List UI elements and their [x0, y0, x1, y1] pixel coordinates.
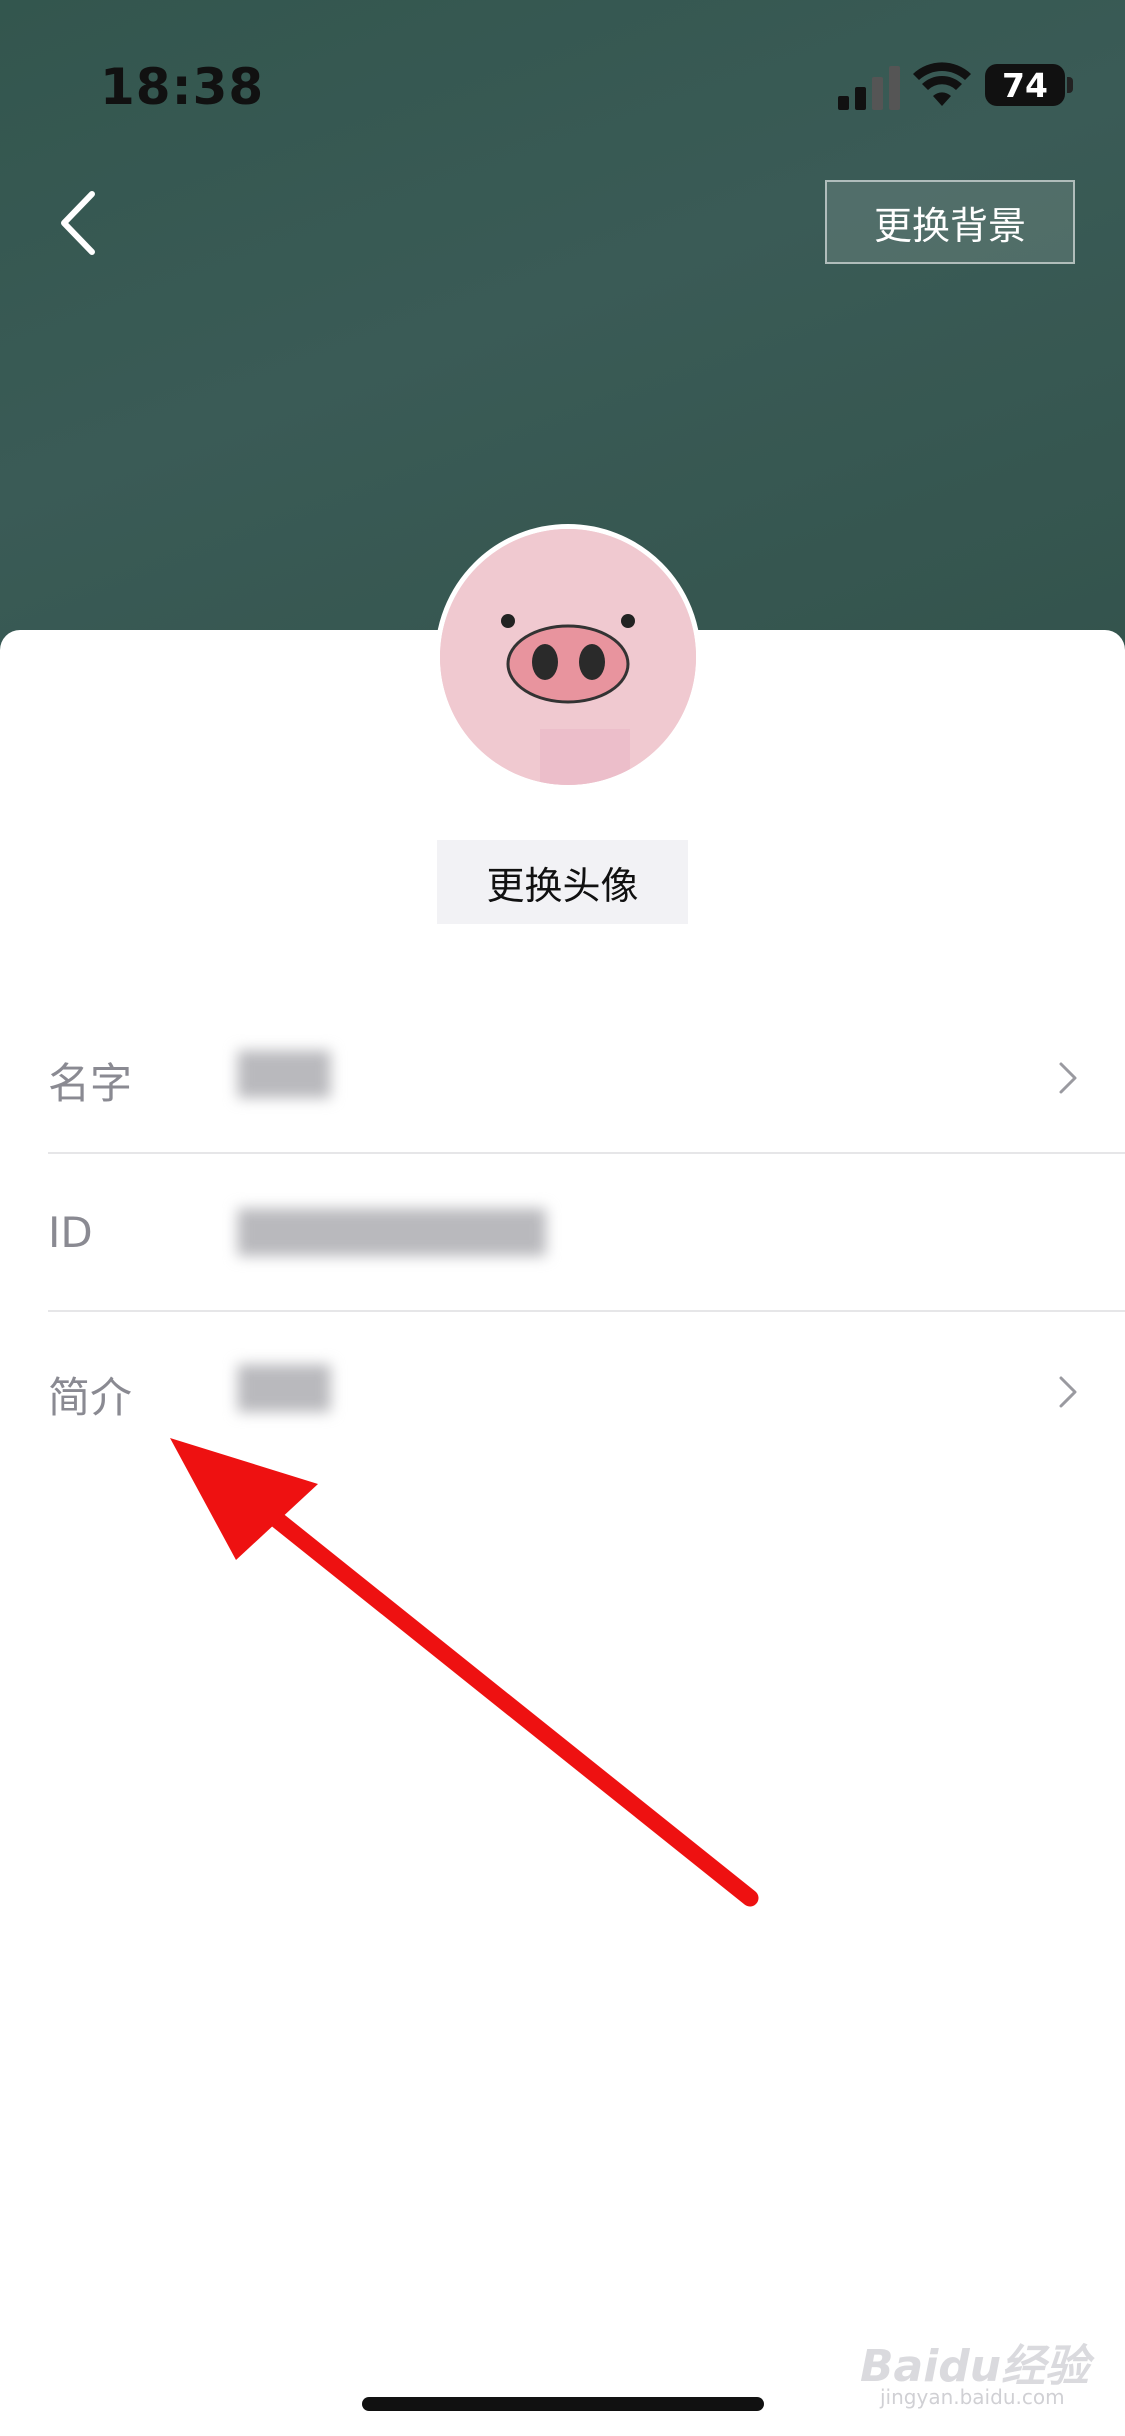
bio-label: 简介 — [48, 1373, 133, 1422]
red-arrow-annotation — [162, 1430, 764, 1912]
status-time: 18:38 — [100, 58, 265, 116]
chevron-right-icon — [1059, 1376, 1077, 1408]
name-value: ███ — [238, 1052, 331, 1098]
cellular-signal-icon — [838, 66, 900, 110]
divider — [48, 1152, 1125, 1154]
back-chevron-icon[interactable] — [52, 188, 112, 258]
pig-avatar-image — [440, 529, 696, 785]
id-label: ID — [48, 1208, 93, 1257]
divider — [48, 1310, 1125, 1312]
chevron-right-icon — [1059, 1062, 1077, 1094]
battery-level: 74 — [1002, 65, 1048, 105]
bio-value: ███ — [238, 1366, 331, 1412]
home-indicator[interactable] — [362, 2397, 764, 2411]
name-label: 名字 — [48, 1059, 133, 1108]
name-row[interactable]: 名字 ███ — [0, 1000, 1125, 1157]
change-background-button[interactable]: 更换背景 — [825, 180, 1075, 264]
change-avatar-button[interactable]: 更换头像 — [437, 840, 688, 924]
battery-icon: 74 — [985, 64, 1065, 106]
wifi-icon — [913, 62, 971, 106]
battery-tip — [1067, 77, 1073, 93]
id-row[interactable]: ID ██████████ — [0, 1156, 1125, 1313]
watermark-url: jingyan.baidu.com — [880, 2385, 1065, 2409]
id-value: ██████████ — [238, 1210, 546, 1256]
avatar[interactable] — [435, 524, 701, 790]
